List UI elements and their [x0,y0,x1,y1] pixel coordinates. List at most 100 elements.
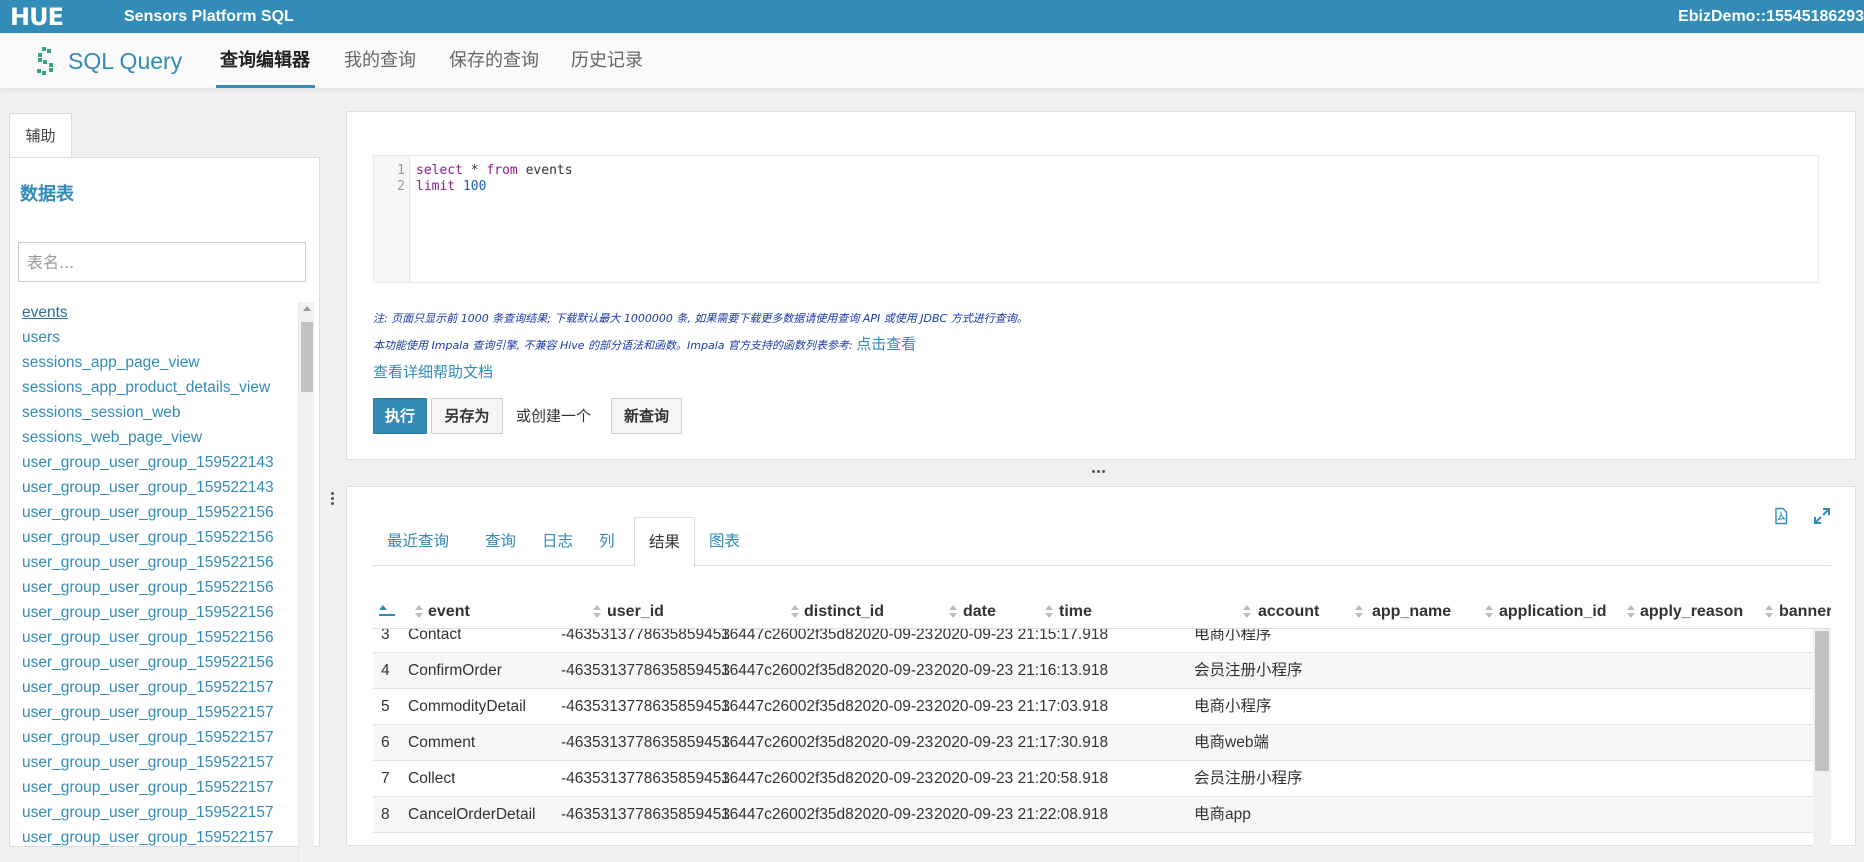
table-cell[interactable]: 16447c26002f35d8 [721,797,854,833]
assist-tab[interactable]: 辅助 [9,113,72,158]
column-header-application-id[interactable]: application_id [1499,595,1607,629]
table-cell[interactable]: 2020-09-23 21:17:03.918 [934,689,1108,725]
code-line[interactable]: limit 100 [416,179,486,195]
table-cell[interactable]: Collect [408,761,455,797]
tab-query[interactable]: 查询 [471,517,530,566]
table-cell[interactable]: 16447c26002f35d8 [721,653,854,689]
table-row[interactable]: 8 CancelOrderDetail -4635313778635859453 16… [373,797,1813,833]
function-list-link[interactable]: 点击查看 [856,335,916,353]
column-header-distinct-id[interactable]: distinct_id [804,595,884,629]
table-list-item[interactable]: user_group_user_group_159522156 [22,625,298,650]
table-cell[interactable]: -4635313778635859453 [561,761,730,797]
table-list-item[interactable]: user_group_user_group_159522156 [22,650,298,675]
sort-icon[interactable] [1765,605,1773,619]
row-number-cell[interactable]: 6 [381,725,390,761]
table-list-item[interactable]: user_group_user_group_159522157 [22,750,298,775]
scroll-up-arrow-icon[interactable] [303,306,311,311]
table-list-item[interactable]: user_group_user_group_159522143 [22,475,298,500]
table-list-item[interactable]: sessions_session_web [22,400,298,425]
tab-log[interactable]: 日志 [528,517,587,566]
nav-tab-my-queries[interactable]: 我的查询 [344,49,416,73]
table-list-item[interactable]: user_group_user_group_159522157 [22,800,298,825]
tab-chart[interactable]: 图表 [695,517,754,566]
tab-columns[interactable]: 列 [585,517,629,566]
results-scrollbar[interactable] [1813,629,1831,847]
table-row[interactable]: 6 Comment -4635313778635859453 16447c26002f… [373,725,1813,761]
table-list-item[interactable]: sessions_app_page_view [22,350,298,375]
tab-recent-queries[interactable]: 最近查询 [373,517,463,566]
table-cell[interactable]: 2020-09-23 21:20:58.918 [934,761,1108,797]
nav-tab-query-editor[interactable]: 查询编辑器 [220,49,310,73]
table-cell[interactable]: 2020-09-23 [854,797,933,833]
table-list-item[interactable]: events [22,300,298,325]
help-docs-link[interactable]: 查看详细帮助文档 [373,362,493,382]
execute-button[interactable]: 执行 [373,398,427,434]
table-list-item[interactable]: users [22,325,298,350]
sort-icon[interactable] [949,605,957,619]
table-row[interactable]: 4 ConfirmOrder -4635313778635859453 16447c2… [373,653,1813,689]
column-header-account[interactable]: account [1258,595,1319,629]
row-number-sort-icon[interactable] [379,605,395,619]
table-cell[interactable]: 2020-09-23 [854,761,933,797]
save-as-button[interactable]: 另存为 [431,398,503,434]
table-cell[interactable]: 2020-09-23 21:16:13.918 [934,653,1108,689]
table-cell[interactable]: 16447c26002f35d8 [721,689,854,725]
table-cell[interactable]: 2020-09-23 21:17:30.918 [934,725,1108,761]
sort-icon[interactable] [593,605,601,619]
new-query-button[interactable]: 新查询 [611,398,682,434]
table-list-item[interactable]: user_group_user_group_159522156 [22,525,298,550]
table-cell[interactable]: CommodityDetail [408,689,526,725]
table-list-item[interactable]: user_group_user_group_159522157 [22,725,298,750]
table-cell[interactable]: 电商app [1194,797,1251,833]
sort-icon[interactable] [1355,605,1363,619]
table-list-item[interactable]: user_group_user_group_159522156 [22,600,298,625]
table-cell[interactable]: 2020-09-23 [854,725,933,761]
table-cell[interactable]: -4635313778635859453 [561,653,730,689]
column-header-user-id[interactable]: user_id [607,595,664,629]
hue-logo[interactable]: HUE [10,5,64,29]
column-header-apply-reason[interactable]: apply_reason [1640,595,1743,629]
table-cell[interactable]: 16447c26002f35d8 [721,761,854,797]
column-header-event[interactable]: event [428,595,470,629]
table-list-item[interactable]: sessions_web_page_view [22,425,298,450]
table-list-item[interactable]: user_group_user_group_159522157 [22,775,298,800]
table-cell[interactable]: Comment [408,725,475,761]
row-number-cell[interactable]: 7 [381,761,390,797]
table-cell[interactable]: 2020-09-23 [854,653,933,689]
table-list-item[interactable]: user_group_user_group_159522156 [22,550,298,575]
table-list-item[interactable]: user_group_user_group_159522157 [22,825,298,850]
column-header-banner[interactable]: banner [1779,595,1831,629]
sort-icon[interactable] [1627,605,1635,619]
row-number-cell[interactable]: 5 [381,689,390,725]
column-header-time[interactable]: time [1059,595,1092,629]
row-number-cell[interactable]: 4 [381,653,390,689]
table-cell[interactable]: 16447c26002f35d8 [721,725,854,761]
table-list-item[interactable]: user_group_user_group_159522143 [22,450,298,475]
table-cell[interactable]: 会员注册小程序 [1194,653,1303,689]
table-cell[interactable]: 电商web端 [1194,725,1269,761]
table-cell[interactable]: ConfirmOrder [408,653,502,689]
table-cell[interactable]: 2020-09-23 21:22:08.918 [934,797,1108,833]
user-menu[interactable]: EbizDemo::15545186293 [1678,8,1864,26]
sort-icon[interactable] [415,605,423,619]
table-list-item[interactable]: sessions_app_product_details_view [22,375,298,400]
table-cell[interactable]: 会员注册小程序 [1194,761,1303,797]
table-list-item[interactable]: user_group_user_group_159522157 [22,700,298,725]
vertical-resize-handle[interactable] [331,491,335,507]
nav-tab-saved-queries[interactable]: 保存的查询 [449,49,539,73]
table-cell[interactable]: 电商小程序 [1194,689,1272,725]
horizontal-resize-handle[interactable] [1092,468,1106,474]
table-cell[interactable]: -4635313778635859453 [561,725,730,761]
nav-tab-history[interactable]: 历史记录 [571,49,643,73]
expand-icon[interactable] [1813,507,1831,525]
table-list-scrollbar[interactable] [298,302,314,862]
column-header-app-name[interactable]: app_name [1372,595,1451,629]
row-number-cell[interactable]: 8 [381,797,390,833]
sort-icon[interactable] [1485,605,1493,619]
sort-icon[interactable] [1045,605,1053,619]
tab-results[interactable]: 结果 [634,517,696,567]
sort-icon[interactable] [1243,605,1251,619]
sort-icon[interactable] [791,605,799,619]
table-list-item[interactable]: user_group_user_group_159522156 [22,575,298,600]
scrollbar-thumb[interactable] [301,322,313,392]
